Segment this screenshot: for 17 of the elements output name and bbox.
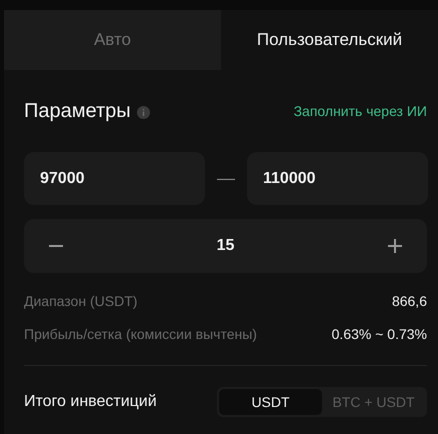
info-value: 0.63% ~ 0.73% [332, 325, 427, 344]
info-icon[interactable] [136, 106, 150, 119]
info-label: Прибыль/сетка (комиссии вычтены) [24, 325, 257, 344]
ai-fill-link[interactable]: Заполнить через ИИ [294, 103, 427, 119]
grid-count-value: 15 [216, 237, 236, 255]
plus-icon [388, 239, 402, 253]
lower-price-field[interactable]: 97000 [24, 152, 205, 205]
investment-label: Итого инвестиций [24, 393, 157, 411]
range-separator: — [217, 168, 235, 189]
currency-option[interactable]: USDT [219, 389, 322, 415]
mode-tab[interactable]: Пользовательский [221, 10, 438, 70]
minus-icon [49, 245, 63, 247]
info-label: Диапазон (USDT) [24, 292, 138, 311]
section-title: Параметры [24, 100, 131, 122]
upper-price-field[interactable]: 110000 [247, 152, 428, 205]
grid-count-stepper[interactable]: 15 [24, 219, 427, 273]
info-value: 866,6 [392, 292, 427, 311]
